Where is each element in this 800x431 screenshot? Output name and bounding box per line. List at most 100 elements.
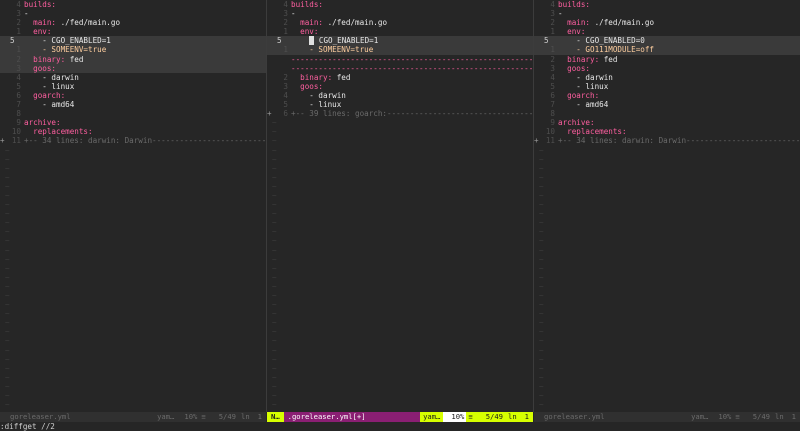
code-line[interactable]: 5 - linux — [534, 82, 800, 91]
code-line[interactable]: 7 - amd64 — [0, 100, 266, 109]
line-number: 10 — [11, 127, 21, 137]
code-line[interactable]: 2 binary: fed — [267, 73, 533, 82]
diff-filler-line[interactable]: ----------------------------------------… — [267, 64, 533, 73]
line-text: env: — [291, 27, 533, 36]
line-number — [272, 64, 291, 73]
empty-buffer-line: ~ — [0, 382, 266, 391]
line-text: replacements: — [24, 127, 93, 137]
code-line[interactable]: 9 archive: — [0, 118, 266, 127]
code-line[interactable]: 2 binary: fed — [534, 55, 800, 64]
line-text: - linux — [558, 81, 609, 91]
code-line[interactable]: 5 CGO_ENABLED=1 — [267, 36, 533, 46]
code-line[interactable]: 5 - linux — [0, 82, 266, 91]
tilde-marker: ~ — [539, 400, 544, 410]
command-line[interactable]: :diffget //2 — [0, 422, 800, 431]
diff-filler-line[interactable]: ----------------------------------------… — [267, 55, 533, 64]
filename[interactable]: goreleaser.yml — [534, 412, 688, 422]
code-line[interactable]: 1 env: — [0, 27, 266, 36]
code-line[interactable]: 1 env: — [534, 27, 800, 36]
empty-buffer-line: ~ — [534, 227, 800, 236]
empty-buffer-line: ~ — [534, 200, 800, 209]
code-line[interactable]: 1 - GO111MODULE=off — [534, 45, 800, 55]
code-line[interactable]: 4 builds: — [0, 0, 266, 9]
code-line[interactable]: 8 — [0, 109, 266, 118]
code-line[interactable]: 4 builds: — [534, 0, 800, 9]
yaml-value: fed — [599, 54, 618, 64]
code-line[interactable]: 6 goarch: — [0, 91, 266, 100]
code-line[interactable]: 1 env: — [267, 27, 533, 36]
line-number: 6 — [550, 90, 555, 100]
yaml-value: fed — [65, 54, 84, 64]
line-number: 4 — [16, 72, 21, 82]
code-line[interactable]: 2 main: ./fed/main.go — [267, 18, 533, 27]
code-line[interactable]: 5 - linux — [267, 100, 533, 109]
line-text: goos: — [24, 64, 266, 73]
code-line[interactable]: 9 archive: — [534, 118, 800, 127]
empty-buffer-line: ~ — [267, 382, 533, 391]
code-line[interactable]: 10 replacements: — [534, 127, 800, 136]
filler-dashes: ----------------------------------------… — [291, 54, 533, 64]
diff-pane-right-remote[interactable]: 4 builds: 3-2 main: ./fed/main.go 1 env: 5 -… — [534, 0, 800, 412]
tilde-marker: ~ — [539, 372, 544, 382]
code-line[interactable]: 4 - darwin — [534, 73, 800, 82]
yaml-key: main: — [24, 18, 57, 28]
code-line[interactable]: 8 — [534, 109, 800, 118]
filename-modified[interactable]: .goreleaser.yml[+] — [283, 412, 421, 422]
filetype: yam… — [420, 412, 444, 422]
tilde-marker: ~ — [5, 281, 10, 291]
diff-pane-middle-working[interactable]: 4 builds: 3-2 main: ./fed/main.go 1 env: 5 C… — [267, 0, 533, 412]
line-text: - amd64 — [558, 100, 800, 109]
fold-line[interactable]: +6 +-- 39 lines: goarch:-----------------… — [267, 109, 533, 118]
empty-buffer-line: ~ — [0, 364, 266, 373]
code-line[interactable]: 3 goos: — [267, 82, 533, 91]
line-text: main: ./fed/main.go — [291, 18, 533, 27]
code-line[interactable]: 5 - CGO_ENABLED=0 — [534, 36, 800, 46]
code-line[interactable]: 10 replacements: — [0, 127, 266, 136]
yaml-key: binary: — [24, 54, 66, 64]
line-text: - GO111MODULE=off — [558, 45, 655, 55]
code-line[interactable]: 3 goos: — [0, 63, 266, 73]
code-line[interactable]: 1 - SOMEENV=true — [267, 45, 533, 55]
code-line[interactable]: 3- — [0, 9, 266, 18]
empty-buffer-line: ~ — [534, 336, 800, 345]
tilde-marker: ~ — [5, 400, 10, 410]
line-number: 6 — [283, 109, 288, 119]
fold-line[interactable]: +11 +-- 34 lines: darwin: Darwin---------… — [534, 136, 800, 145]
diff-pane-left-local[interactable]: 4 builds: 3-2 main: ./fed/main.go 1 env: 5 -… — [0, 0, 266, 412]
code-line[interactable]: 2 main: ./fed/main.go — [0, 18, 266, 27]
code-line[interactable]: 2 binary: fed — [0, 54, 266, 64]
empty-buffer-line: ~ — [267, 182, 533, 191]
code-line[interactable]: 2 main: ./fed/main.go — [534, 18, 800, 27]
tilde-marker: ~ — [5, 200, 10, 210]
line-text: - SOMEENV=true — [24, 45, 266, 54]
code-line[interactable]: 4 - darwin — [0, 73, 266, 82]
code-line[interactable]: 7 - amd64 — [534, 100, 800, 109]
empty-buffer-line: ~ — [0, 300, 266, 309]
code-line[interactable]: 1 - SOMEENV=true — [0, 45, 266, 55]
empty-buffer-line: ~ — [534, 255, 800, 264]
line-number: 5 — [550, 81, 555, 91]
code-line[interactable]: 4 - darwin — [267, 91, 533, 100]
tilde-marker: ~ — [5, 163, 10, 173]
code-line[interactable]: 3- — [534, 9, 800, 18]
tilde-marker: ~ — [539, 381, 544, 391]
code-line[interactable]: 5 - CGO_ENABLED=1 — [0, 36, 266, 46]
empty-buffer-line: ~ — [0, 246, 266, 255]
tilde-marker: ~ — [539, 245, 544, 255]
empty-buffer-line: ~ — [0, 200, 266, 209]
filename[interactable]: goreleaser.yml — [0, 412, 154, 422]
tilde-marker: ~ — [5, 381, 10, 391]
empty-buffer-line: ~ — [534, 182, 800, 191]
empty-buffer-line: ~ — [0, 146, 266, 155]
tilde-marker: ~ — [5, 218, 10, 228]
tilde-marker: ~ — [5, 145, 10, 155]
fold-line[interactable]: +11 +-- 34 lines: darwin: Darwin---------… — [0, 136, 266, 145]
code-line[interactable]: 4 builds: — [267, 0, 533, 9]
empty-buffer-line: ~ — [267, 300, 533, 309]
code-line[interactable]: 3- — [267, 9, 533, 18]
line-number: 2 — [16, 54, 21, 64]
code-line[interactable]: 3 goos: — [534, 64, 800, 73]
code-line[interactable]: 6 goarch: — [534, 91, 800, 100]
tilde-marker: ~ — [539, 272, 544, 282]
line-number: 8 — [16, 109, 21, 119]
